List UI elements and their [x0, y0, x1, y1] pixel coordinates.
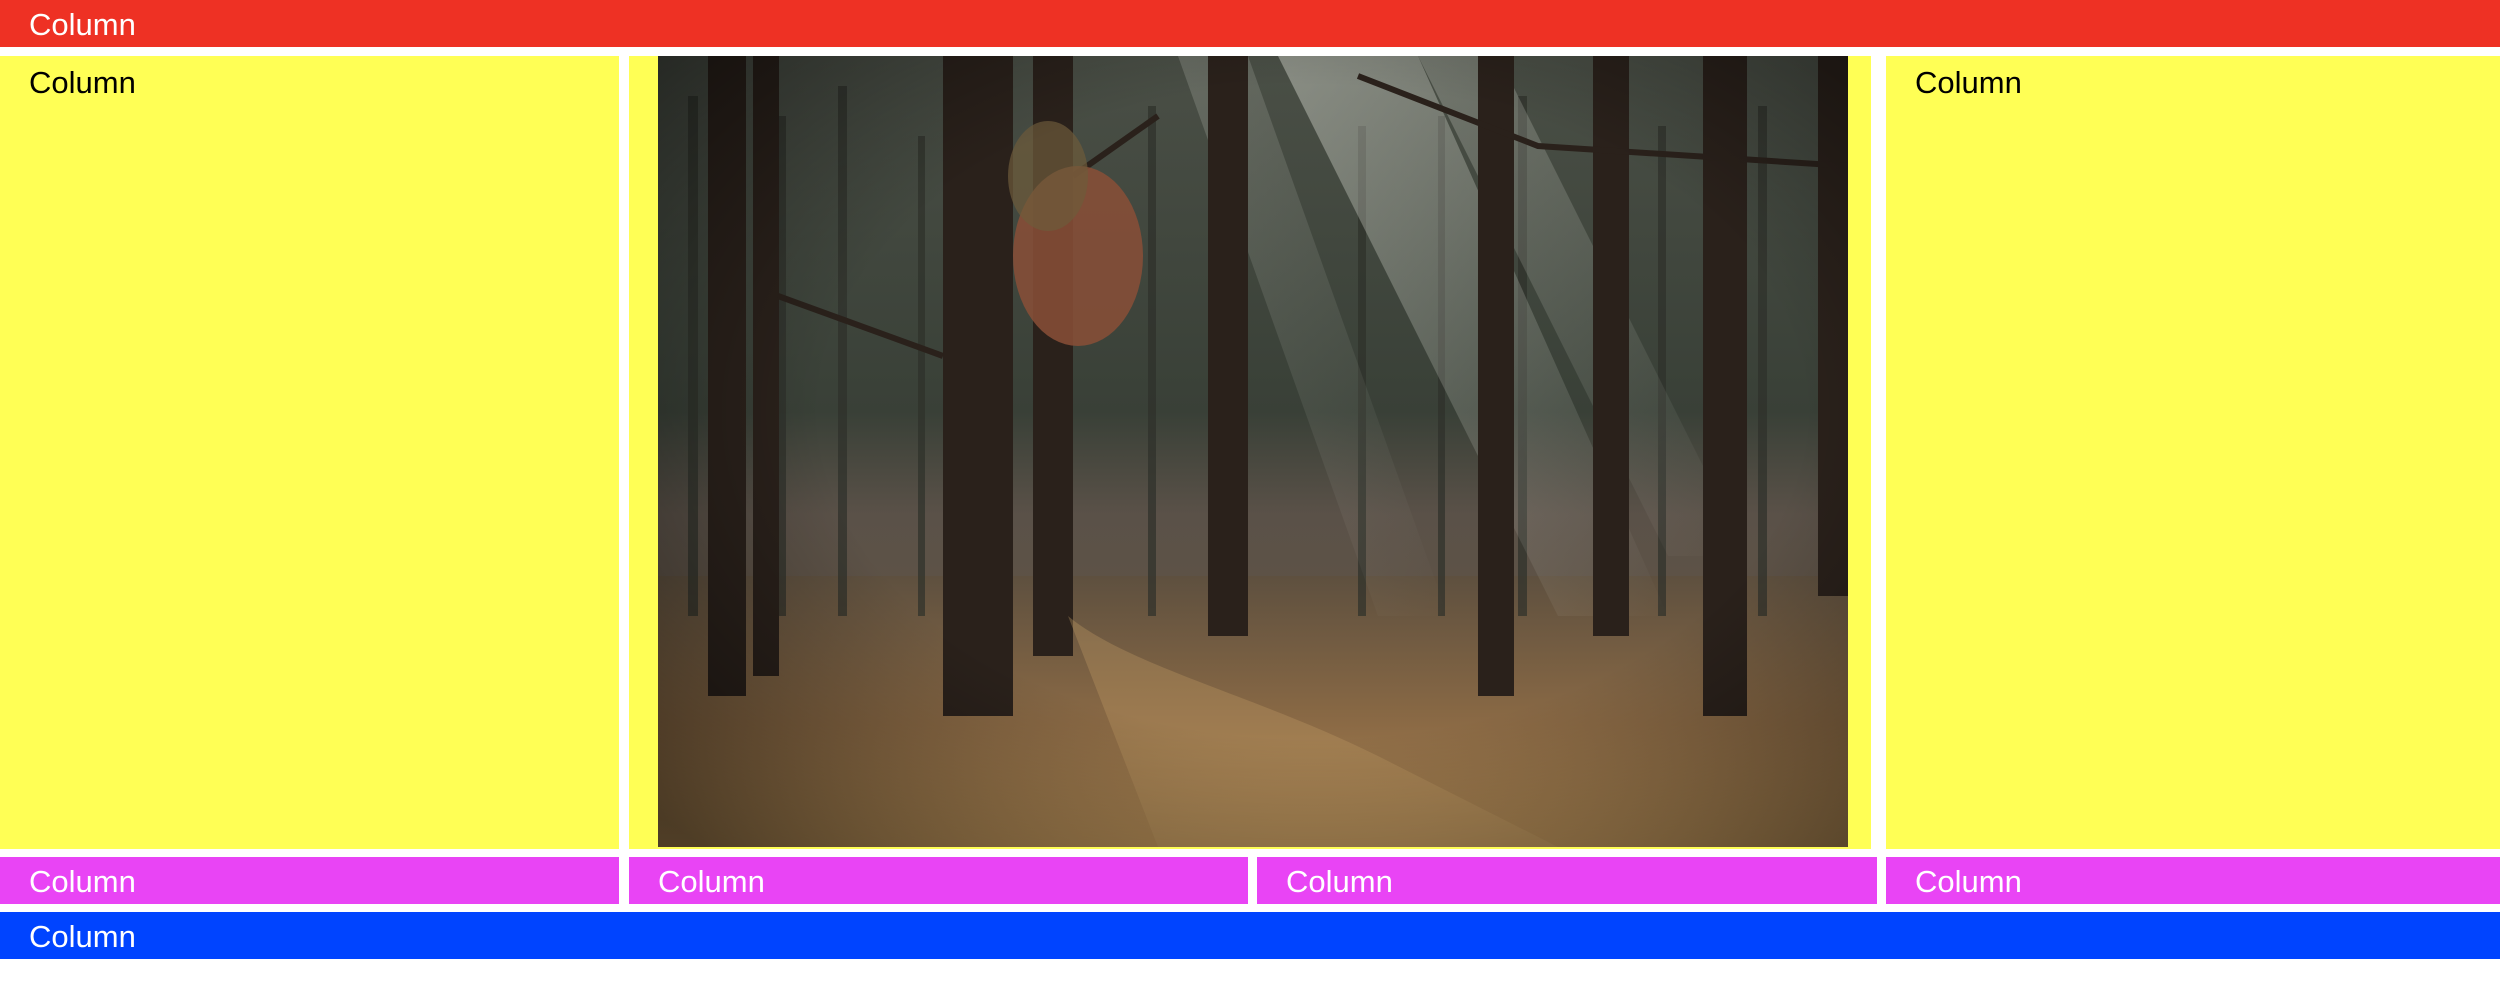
row-column-1-label: Column [29, 864, 136, 899]
row-column-4-label: Column [1915, 864, 2022, 899]
left-column: Column [0, 56, 619, 849]
row-column-4: Column [1886, 857, 2500, 904]
center-column [629, 56, 1871, 849]
row-column-3-label: Column [1286, 864, 1393, 899]
right-column: Column [1886, 56, 2500, 849]
top-column-bar: Column [0, 0, 2500, 47]
top-column-label: Column [29, 7, 136, 42]
row-column-2-label: Column [658, 864, 765, 899]
left-column-label: Column [29, 65, 136, 100]
row-column-1: Column [0, 857, 619, 904]
bottom-column-label: Column [29, 919, 136, 954]
right-column-label: Column [1915, 65, 2022, 100]
bottom-column-bar: Column [0, 912, 2500, 959]
forest-photo [658, 56, 1848, 847]
row-column-2: Column [629, 857, 1248, 904]
row-column-3: Column [1257, 857, 1877, 904]
